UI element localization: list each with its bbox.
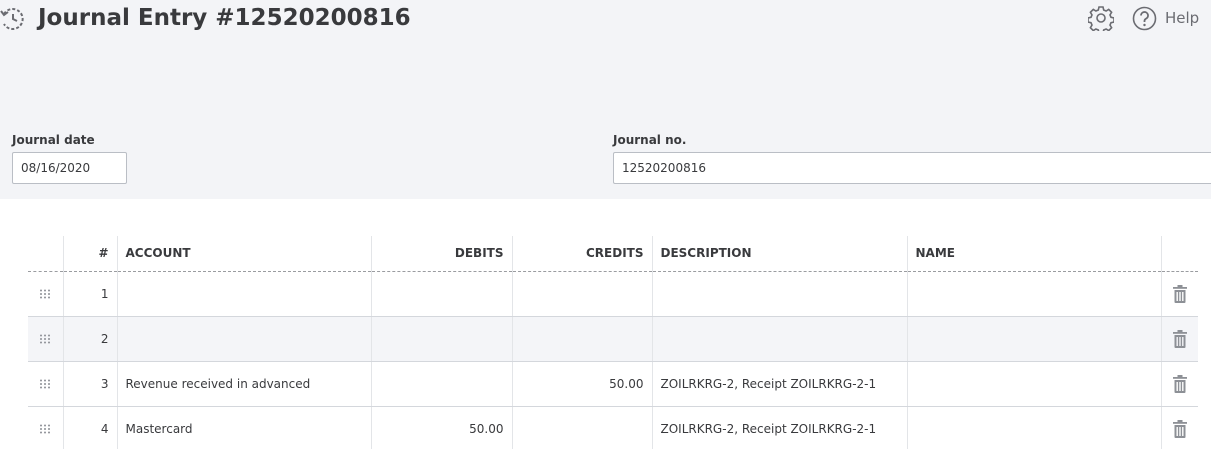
delete-row-button[interactable]: [1161, 316, 1198, 362]
description-cell[interactable]: [652, 271, 908, 317]
row-number: 2: [63, 316, 118, 362]
trash-icon[interactable]: [1172, 419, 1187, 438]
row-drag-handle[interactable]: [28, 316, 64, 362]
debits-cell[interactable]: [371, 316, 513, 362]
debits-cell[interactable]: [371, 271, 513, 317]
debits-cell[interactable]: 50.00: [371, 406, 513, 449]
row-number: 4: [63, 406, 118, 449]
table-row[interactable]: 4 Mastercard 50.00 ZOILRKRG-2, Receipt Z…: [28, 406, 1198, 449]
row-drag-handle[interactable]: [28, 361, 64, 407]
account-cell[interactable]: [117, 316, 372, 362]
column-header-credits: CREDITS: [512, 236, 653, 272]
journal-no-label: Journal no.: [613, 133, 687, 147]
delete-row-button[interactable]: [1161, 361, 1198, 407]
account-cell[interactable]: [117, 271, 372, 317]
name-cell[interactable]: [907, 406, 1162, 449]
account-cell[interactable]: Mastercard: [117, 406, 372, 449]
column-header-debits: DEBITS: [371, 236, 513, 272]
drag-handle-icon[interactable]: [39, 424, 51, 434]
trash-icon[interactable]: [1172, 329, 1187, 348]
column-header-description: DESCRIPTION: [652, 236, 908, 272]
name-cell[interactable]: [907, 271, 1162, 317]
credits-cell[interactable]: 50.00: [512, 361, 653, 407]
history-icon[interactable]: [0, 6, 26, 32]
trash-icon[interactable]: [1172, 284, 1187, 303]
trash-icon[interactable]: [1172, 374, 1187, 393]
journal-lines-table: # ACCOUNT DEBITS CREDITS DESCRIPTION NAM…: [28, 236, 1198, 449]
column-header-delete: [1161, 236, 1198, 272]
name-cell[interactable]: [907, 361, 1162, 407]
credits-cell[interactable]: [512, 406, 653, 449]
row-number: 3: [63, 361, 118, 407]
debits-cell[interactable]: [371, 361, 513, 407]
credits-cell[interactable]: [512, 271, 653, 317]
column-header-number: #: [63, 236, 118, 272]
help-label: Help: [1165, 9, 1200, 27]
page-title: Journal Entry #12520200816: [38, 5, 411, 31]
table-row[interactable]: 3 Revenue received in advanced 50.00 ZOI…: [28, 361, 1198, 407]
row-drag-handle[interactable]: [28, 406, 64, 449]
drag-handle-icon[interactable]: [39, 334, 51, 344]
row-number: 1: [63, 271, 118, 317]
table-row[interactable]: 1: [28, 271, 1198, 317]
delete-row-button[interactable]: [1161, 271, 1198, 317]
description-cell[interactable]: ZOILRKRG-2, Receipt ZOILRKRG-2-1: [652, 361, 908, 407]
journal-date-label: Journal date: [12, 133, 95, 147]
name-cell[interactable]: [907, 316, 1162, 362]
table-header-row: # ACCOUNT DEBITS CREDITS DESCRIPTION NAM…: [28, 236, 1198, 272]
drag-handle-icon[interactable]: [39, 289, 51, 299]
account-cell[interactable]: Revenue received in advanced: [117, 361, 372, 407]
help-button[interactable]: Help: [1132, 5, 1199, 31]
delete-row-button[interactable]: [1161, 406, 1198, 449]
credits-cell[interactable]: [512, 316, 653, 362]
journal-date-input[interactable]: [12, 152, 127, 184]
help-circle-icon: [1132, 6, 1157, 30]
column-header-name: NAME: [907, 236, 1162, 272]
column-header-account: ACCOUNT: [117, 236, 372, 272]
journal-no-input[interactable]: [613, 152, 1211, 184]
description-cell[interactable]: [652, 316, 908, 362]
drag-handle-icon[interactable]: [39, 379, 51, 389]
header-panel: Journal Entry #12520200816 Help Journal …: [0, 0, 1211, 199]
column-header-handle: [28, 236, 64, 272]
table-row[interactable]: 2: [28, 316, 1198, 362]
description-cell[interactable]: ZOILRKRG-2, Receipt ZOILRKRG-2-1: [652, 406, 908, 449]
row-drag-handle[interactable]: [28, 271, 64, 317]
gear-icon[interactable]: [1088, 5, 1114, 31]
